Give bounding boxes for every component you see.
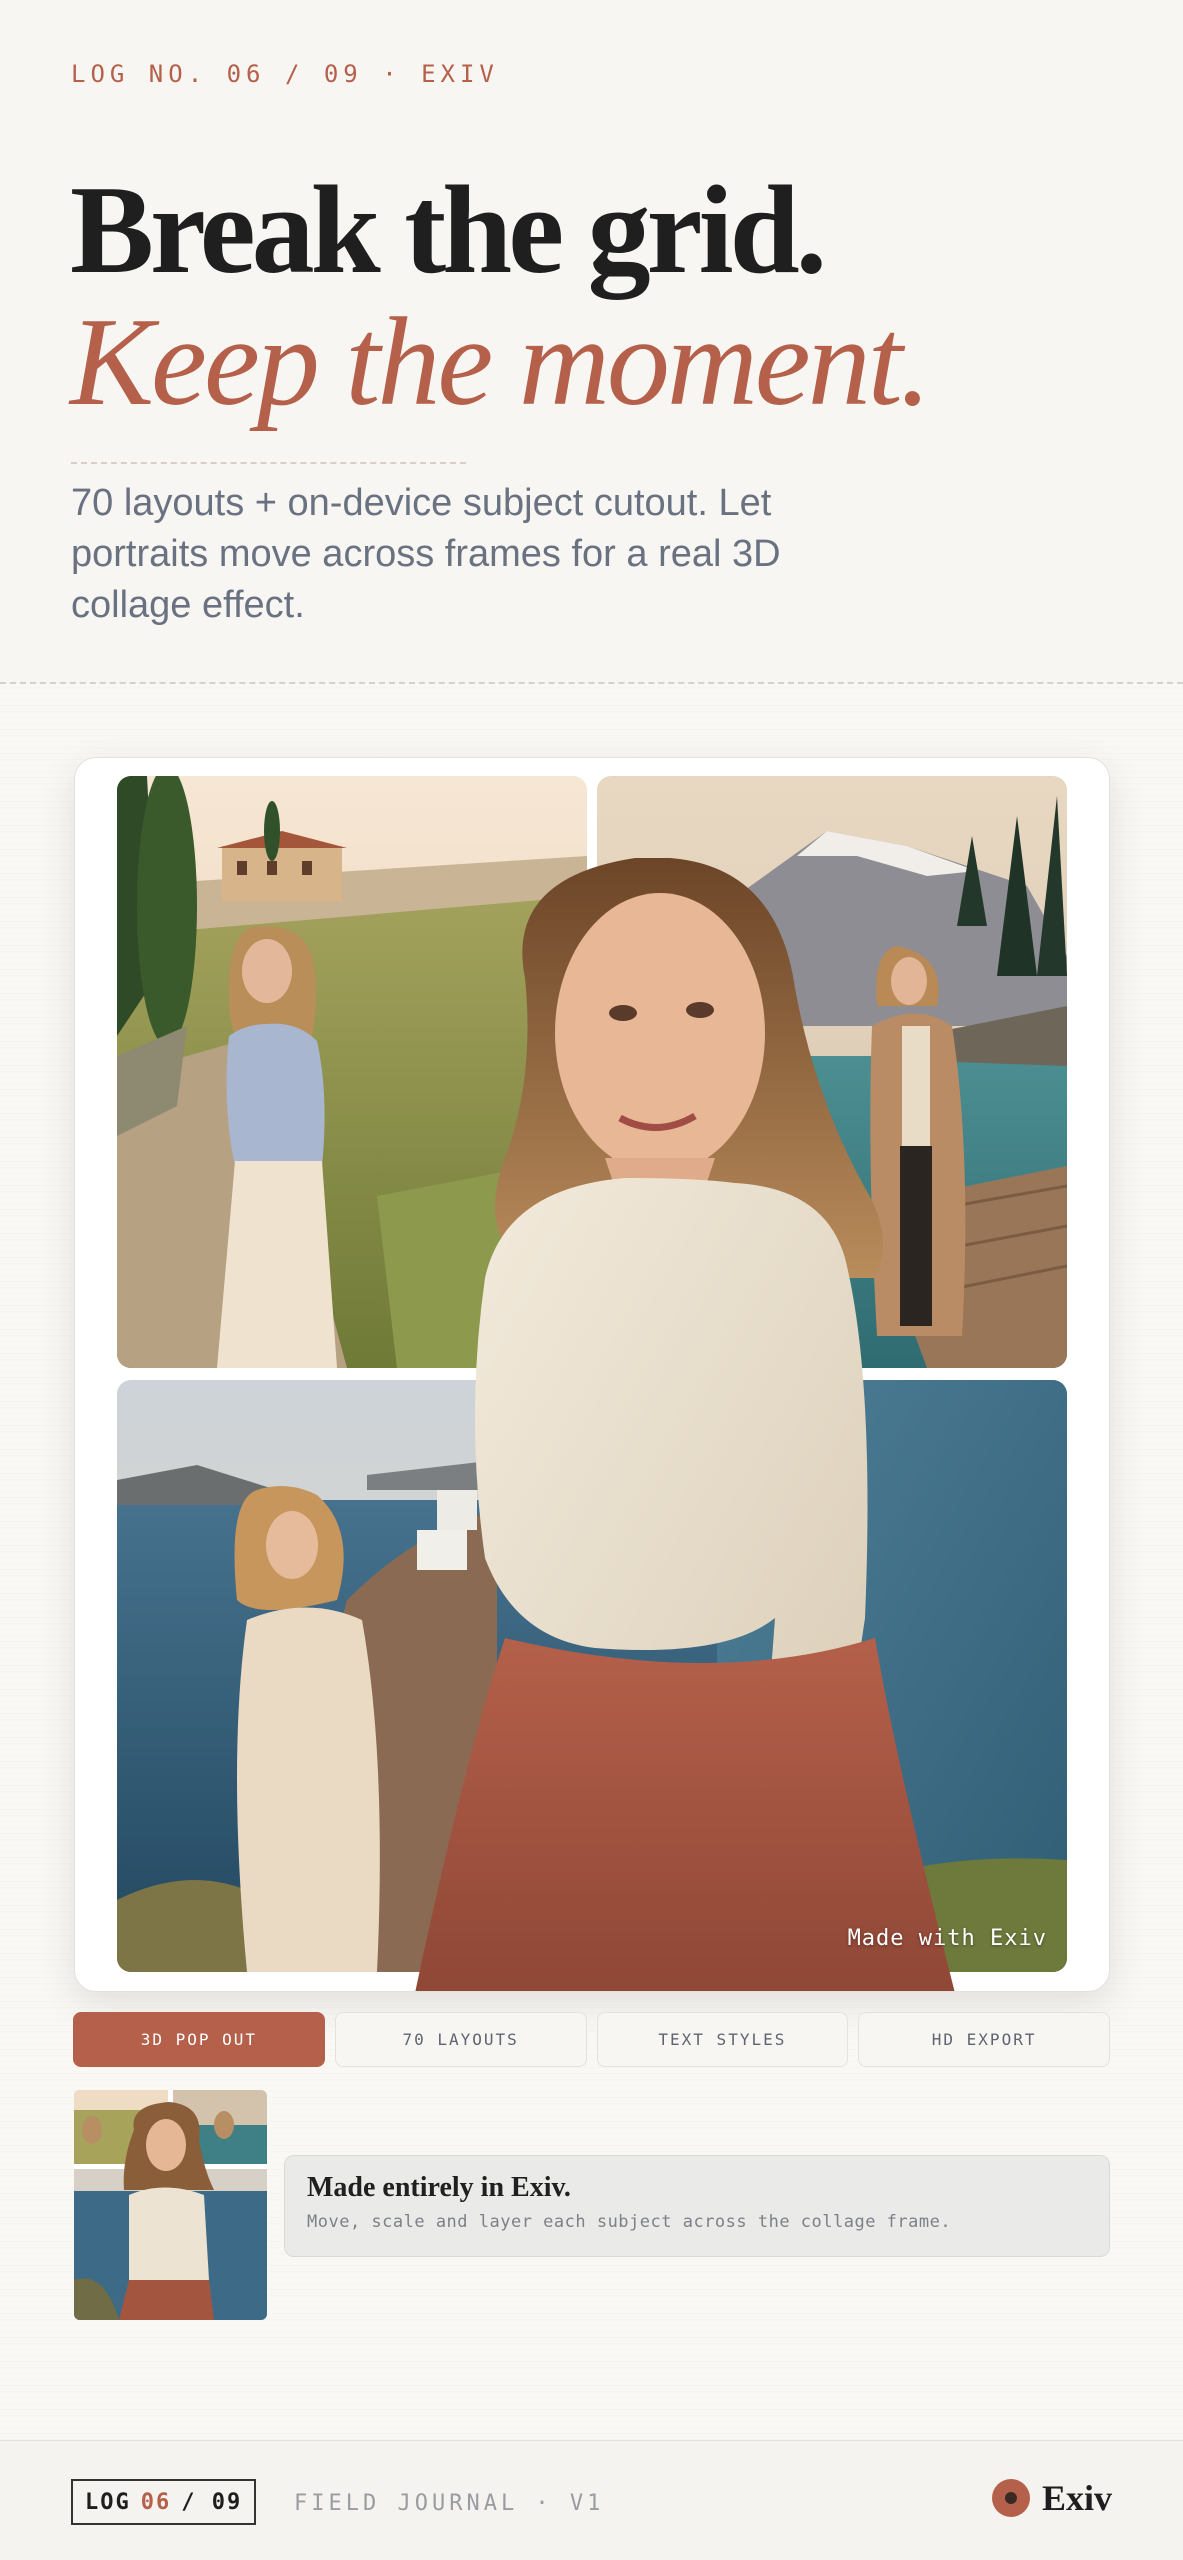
- hero-header: LOG NO. 06 / 09 · EXIV Break the grid. K…: [0, 0, 1183, 682]
- brand-name: Exiv: [1041, 2478, 1112, 2518]
- log-badge: LOG 06 / 09: [71, 2479, 257, 2525]
- brand-mark-icon: [991, 2479, 1030, 2517]
- log-kicker: LOG NO. 06 / 09 · EXIV: [71, 60, 499, 88]
- journal-label: FIELD JOURNAL · V1: [294, 2491, 605, 2516]
- log-label: LOG: [85, 2489, 131, 2515]
- tab-text-styles[interactable]: TEXT STYLES: [596, 2012, 849, 2067]
- popout-subject[interactable]: [395, 858, 975, 1991]
- hero-description: 70 layouts + on-device subject cutout. L…: [71, 482, 781, 626]
- tab-3d-pop-out[interactable]: 3D POP OUT: [73, 2012, 325, 2067]
- log-number: 06: [140, 2489, 172, 2515]
- collage-card[interactable]: Made with Exiv: [74, 757, 1110, 1992]
- tab-70-layouts[interactable]: 70 LAYOUTS: [334, 2012, 587, 2067]
- page-footer: LOG 06 / 09 FIELD JOURNAL · V1 Exiv: [0, 2440, 1183, 2560]
- callout-title: Made entirely in Exiv.: [307, 2172, 571, 2203]
- headline-accent: Keep the moment.: [70, 293, 931, 432]
- collage-watermark: Made with Exiv: [847, 1926, 1047, 1951]
- collage-thumbnail[interactable]: [74, 2090, 267, 2320]
- headline-primary: Break the grid.: [70, 161, 827, 300]
- tab-hd-export[interactable]: HD EXPORT: [858, 2012, 1110, 2067]
- info-callout: Made entirely in Exiv. Move, scale and l…: [284, 2155, 1110, 2257]
- feature-tabs: 3D POP OUT 70 LAYOUTS TEXT STYLES HD EXP…: [73, 2012, 1110, 2067]
- log-total: / 09: [181, 2489, 243, 2515]
- headline-divider: [71, 462, 466, 464]
- brand-logo[interactable]: Exiv: [991, 2477, 1112, 2519]
- callout-subtitle: Move, scale and layer each subject acros…: [307, 2212, 952, 2232]
